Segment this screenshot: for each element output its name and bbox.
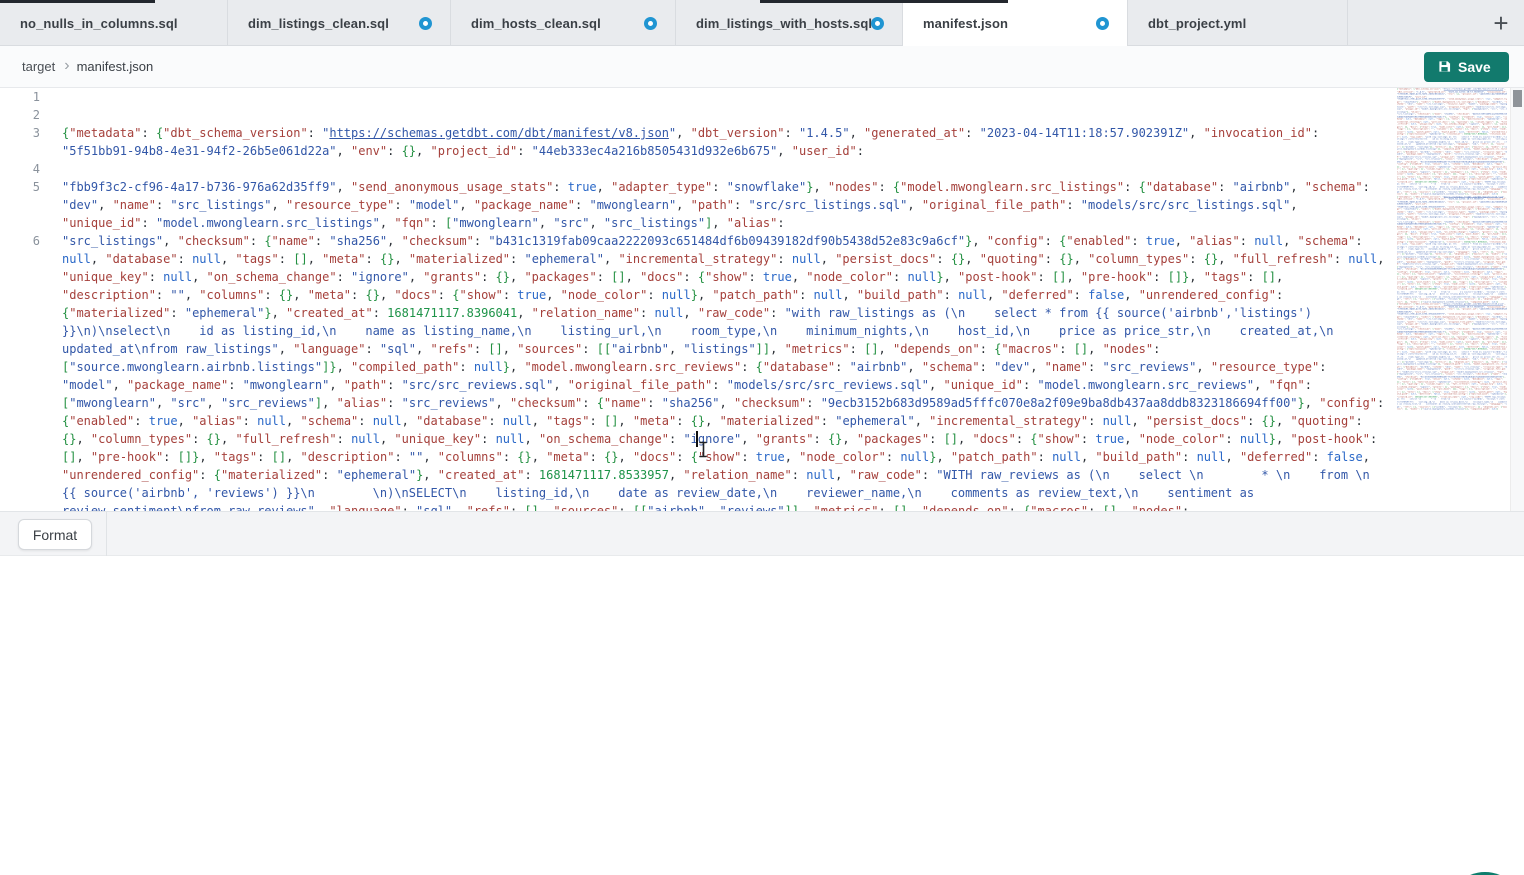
plus-icon: + — [1493, 10, 1508, 36]
scrollbar-thumb[interactable] — [1513, 90, 1522, 107]
tab-label: manifest.json — [923, 16, 1008, 31]
tab-label: no_nulls_in_columns.sql — [20, 16, 178, 31]
line-number: 4 — [0, 160, 40, 178]
tab-bar-filler: + — [1348, 0, 1524, 45]
tab-dim_listings_clean.sql[interactable]: dim_listings_clean.sql — [228, 0, 451, 46]
line-number: 6 — [0, 232, 40, 511]
code-line-1[interactable]: 1 — [0, 88, 1397, 106]
tab-dbt_project.yml[interactable]: dbt_project.yml — [1128, 0, 1348, 46]
line-number: 5 — [0, 178, 40, 232]
text-cursor-icon — [698, 441, 709, 463]
new-tab-button[interactable]: + — [1486, 8, 1516, 38]
format-button[interactable]: Format — [18, 519, 92, 550]
line-content[interactable] — [62, 88, 1385, 106]
tab-no_nulls_in_columns.sql[interactable]: no_nulls_in_columns.sql — [0, 0, 228, 46]
modified-dot-icon[interactable] — [1096, 17, 1109, 30]
panel-divider — [106, 512, 107, 556]
tab-label: dim_hosts_clean.sql — [471, 16, 601, 31]
save-label: Save — [1458, 59, 1491, 75]
modified-dot-icon[interactable] — [644, 17, 657, 30]
minimap-content: {"metadata": {"dbt_schema_version": "htt… — [1397, 88, 1508, 410]
save-button[interactable]: Save — [1424, 52, 1509, 82]
modified-dot-icon[interactable] — [871, 17, 884, 30]
line-number: 2 — [0, 106, 40, 124]
bottom-panel-strip: Format — [0, 511, 1524, 556]
tab-dim_hosts_clean.sql[interactable]: dim_hosts_clean.sql — [451, 0, 676, 46]
dbt-ide: no_nulls_in_columns.sql dim_listings_clea… — [0, 0, 1524, 875]
vertical-scrollbar[interactable] — [1510, 88, 1524, 511]
line-content[interactable]: "src_listings", "checksum": {"name": "sh… — [62, 232, 1385, 511]
line-content[interactable]: {"metadata": {"dbt_schema_version": "htt… — [62, 124, 1385, 160]
breadcrumb-folder[interactable]: target — [22, 59, 55, 74]
tab-label: dim_listings_clean.sql — [248, 16, 389, 31]
breadcrumb-row: target › manifest.json Save — [0, 46, 1524, 88]
tab-dim_listings_with_hosts.sql[interactable]: dim_listings_with_hosts.sql — [676, 0, 903, 46]
code-line-2[interactable]: 2 — [0, 106, 1397, 124]
save-icon — [1438, 60, 1451, 73]
line-number: 1 — [0, 88, 40, 106]
tab-label: dbt_project.yml — [1148, 16, 1246, 31]
line-content[interactable] — [62, 106, 1385, 124]
browser-chrome-sliver — [0, 0, 155, 3]
line-content[interactable] — [62, 160, 1385, 178]
code-line-6[interactable]: 6"src_listings", "checksum": {"name": "s… — [0, 232, 1397, 511]
line-number: 3 — [0, 124, 40, 160]
breadcrumb-file: manifest.json — [77, 59, 154, 74]
code-minimap[interactable]: {"metadata": {"dbt_schema_version": "htt… — [1397, 88, 1508, 511]
modified-dot-icon[interactable] — [419, 17, 432, 30]
code-line-5[interactable]: 5 "fbb9f3c2-cf96-4a17-b736-976a62d35ff9",… — [0, 178, 1397, 232]
code-line-3[interactable]: 3 {"metadata": {"dbt_schema_version": "ht… — [0, 124, 1397, 160]
tabs-container: no_nulls_in_columns.sql dim_listings_clea… — [0, 0, 1348, 45]
chevron-right-icon: › — [64, 57, 69, 75]
code-line-4[interactable]: 4 — [0, 160, 1397, 178]
tab-label: dim_listings_with_hosts.sql — [696, 16, 872, 31]
browser-chrome-sliver — [760, 0, 1008, 3]
file-tab-bar: no_nulls_in_columns.sql dim_listings_clea… — [0, 0, 1524, 46]
tab-manifest.json[interactable]: manifest.json — [903, 0, 1128, 46]
line-content[interactable]: "fbb9f3c2-cf96-4a17-b736-976a62d35ff9", … — [62, 178, 1385, 232]
